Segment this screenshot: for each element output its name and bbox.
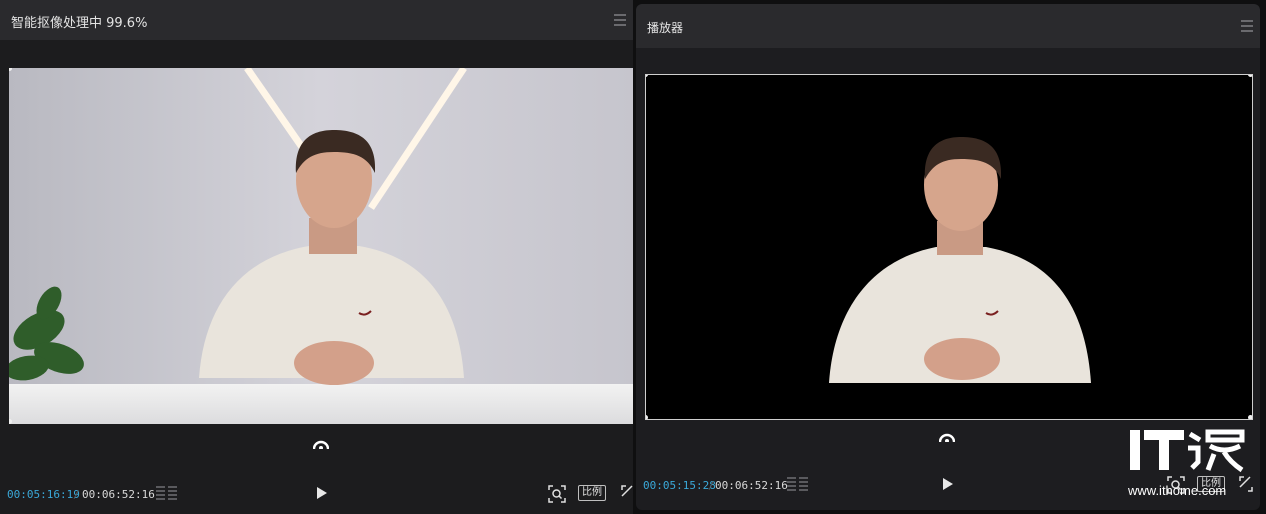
video-frame-original[interactable]	[9, 68, 633, 424]
video-image	[646, 75, 1252, 419]
timecode-separator: /	[73, 488, 80, 501]
play-icon[interactable]	[943, 478, 953, 490]
ratio-button[interactable]: 比例	[578, 485, 606, 501]
panel-header: 智能抠像处理中 99.6%	[0, 0, 633, 40]
current-timecode: 00:05:16:19	[7, 488, 80, 501]
current-timecode: 00:05:15:28	[643, 479, 716, 492]
panel-title: 智能抠像处理中 99.6%	[11, 16, 148, 31]
fullscreen-icon[interactable]	[621, 485, 633, 501]
panel-title: 播放器	[647, 21, 684, 35]
ithome-logo-icon	[1130, 429, 1245, 473]
video-frame-keyed[interactable]	[645, 74, 1253, 420]
video-image	[9, 68, 633, 424]
panel-header: 播放器	[636, 4, 1260, 48]
crop-handle-bottom-right[interactable]	[1248, 415, 1252, 419]
play-icon[interactable]	[317, 487, 327, 499]
playback-controls: 00:05:16:19 / 00:06:52:16 比例	[0, 480, 633, 508]
crop-handle-bottom-left[interactable]	[646, 415, 648, 419]
hamburger-menu-icon[interactable]	[614, 14, 626, 26]
source-preview-panel: 智能抠像处理中 99.6% 00:05:16:19 / 00:06:52:16 …	[0, 0, 633, 514]
total-timecode: 00:06:52:16	[715, 479, 788, 492]
ithome-watermark: www.ithome.com	[1128, 428, 1252, 500]
crop-handle-top-right[interactable]	[1248, 75, 1252, 77]
timecode-separator: /	[708, 479, 715, 492]
timeline-bars-icon[interactable]	[787, 477, 809, 493]
anchor-icon[interactable]	[313, 439, 329, 449]
watermark-url: www.ithome.com	[1128, 483, 1227, 498]
zoom-fit-icon[interactable]	[548, 485, 566, 503]
anchor-icon[interactable]	[939, 432, 955, 442]
hamburger-menu-icon[interactable]	[1241, 20, 1253, 32]
total-timecode: 00:06:52:16	[82, 488, 155, 501]
timeline-bars-icon[interactable]	[156, 486, 178, 502]
